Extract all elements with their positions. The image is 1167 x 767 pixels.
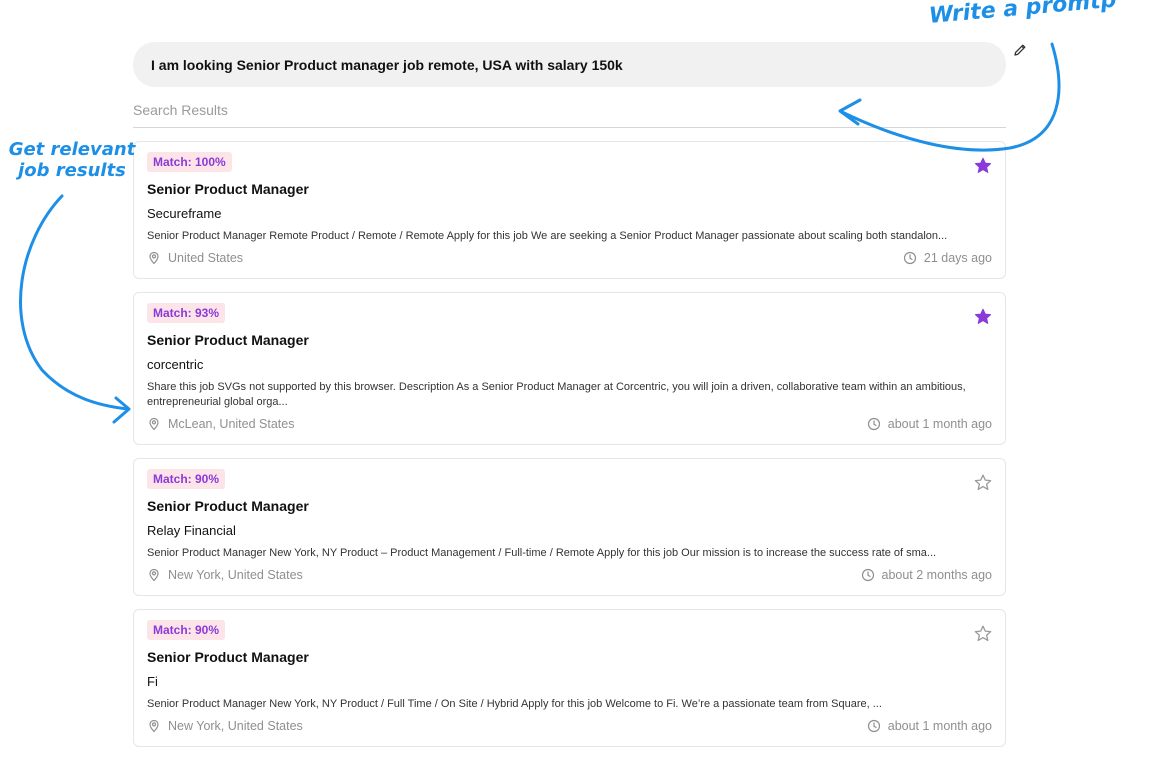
- arrow-to-prompt: [840, 42, 1061, 152]
- arrow-to-results-head: [112, 396, 131, 424]
- annotation-arrows: [19, 42, 1061, 424]
- arrow-to-results: [19, 194, 130, 411]
